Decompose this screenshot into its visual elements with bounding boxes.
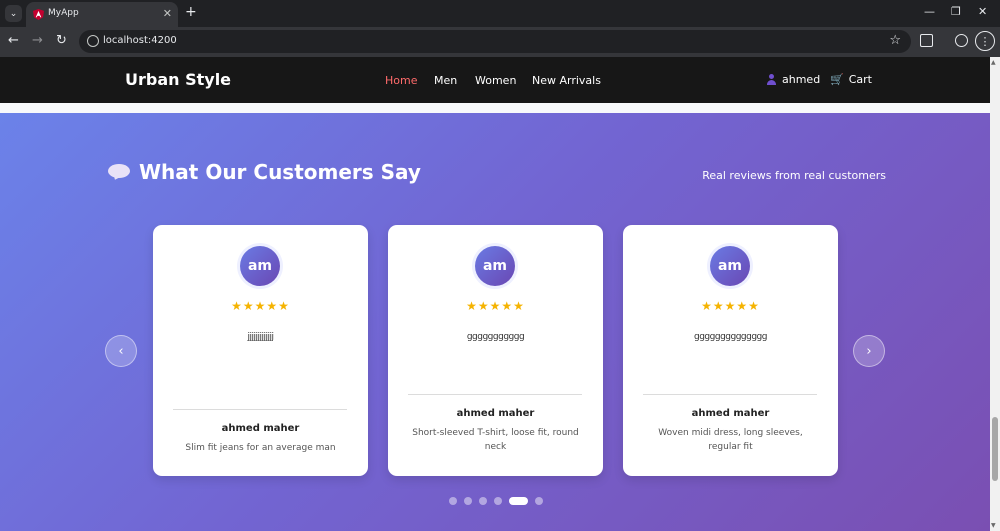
minimize-icon[interactable]: — <box>924 5 935 18</box>
avatar: am <box>710 246 750 286</box>
product-name: Woven midi dress, long sleeves, regular … <box>658 428 803 452</box>
extensions-icon[interactable] <box>920 34 933 47</box>
chevron-right-icon: › <box>866 343 872 359</box>
product-name: Short-sleeved T-shirt, loose fit, round … <box>412 428 579 452</box>
user-account-link[interactable]: ahmed <box>766 73 820 86</box>
scroll-down-icon[interactable]: ▼ <box>991 522 996 529</box>
brand-logo[interactable]: Urban Style <box>125 70 231 89</box>
star-rating: ★★★★★ <box>701 299 760 313</box>
carousel-dot[interactable] <box>479 497 487 505</box>
review-text: gggggggggggggg <box>694 332 767 342</box>
carousel-dot[interactable] <box>494 497 502 505</box>
browser-toolbar: ← → ↻ localhost:4200 ☆ ⋮ <box>0 27 1000 57</box>
maximize-icon[interactable]: ❐ <box>951 5 961 18</box>
section-heading: What Our Customers Say <box>108 160 421 184</box>
nav-link-home[interactable]: Home <box>385 74 417 87</box>
card-divider <box>408 394 582 395</box>
new-tab-icon[interactable]: + <box>185 4 197 20</box>
avatar: am <box>475 246 515 286</box>
reviewer-name: ahmed maher <box>456 408 535 419</box>
browser-menu-icon[interactable]: ⋮ <box>975 31 995 51</box>
speech-bubble-icon <box>108 164 130 180</box>
card-divider <box>643 394 817 395</box>
page-viewport: Urban Style Home Men Women New Arrivals … <box>0 57 990 531</box>
carousel-dot[interactable] <box>535 497 543 505</box>
user-icon <box>766 73 777 86</box>
scroll-up-icon[interactable]: ▲ <box>991 59 996 66</box>
reload-icon[interactable]: ↻ <box>56 33 67 48</box>
carousel-next-button[interactable]: › <box>853 335 885 367</box>
nav-link-men[interactable]: Men <box>434 74 457 87</box>
browser-tab-strip: ⌄ MyApp ✕ + — ❐ ✕ <box>0 0 1000 27</box>
url-text[interactable]: localhost:4200 <box>103 35 177 46</box>
review-text: ggggggggggg <box>466 332 525 342</box>
window-close-icon[interactable]: ✕ <box>978 5 987 18</box>
section-divider-band <box>0 103 990 113</box>
carousel-dot[interactable] <box>509 497 528 505</box>
cart-link[interactable]: 🛒 Cart <box>830 73 872 86</box>
user-name: ahmed <box>782 73 821 86</box>
carousel-dots <box>449 497 543 505</box>
forward-icon[interactable]: → <box>32 33 43 48</box>
bookmark-star-icon[interactable]: ☆ <box>889 33 901 48</box>
browser-tab[interactable]: MyApp ✕ <box>26 2 178 27</box>
carousel-prev-button[interactable]: ‹ <box>105 335 137 367</box>
avatar: am <box>240 246 280 286</box>
site-info-icon[interactable] <box>87 35 99 47</box>
review-text: jjjjjjjjjjjjj <box>247 332 274 342</box>
review-card: am ★★★★★ gggggggggggggg ahmed maher Wove… <box>623 225 838 476</box>
nav-link-women[interactable]: Women <box>475 74 516 87</box>
review-card: am ★★★★★ jjjjjjjjjjjjj ahmed maher Slim … <box>153 225 368 476</box>
cart-label: Cart <box>848 73 872 86</box>
reviewer-name: ahmed maher <box>691 408 770 419</box>
tab-close-icon[interactable]: ✕ <box>163 7 172 20</box>
page-scrollbar[interactable]: ▲ ▼ <box>990 57 1000 531</box>
reviewer-name: ahmed maher <box>221 423 300 434</box>
star-rating: ★★★★★ <box>231 299 290 313</box>
angular-logo-icon <box>33 9 44 20</box>
customer-reviews-section: What Our Customers Say Real reviews from… <box>0 113 990 531</box>
profile-icon[interactable] <box>955 34 968 47</box>
back-icon[interactable]: ← <box>8 33 19 48</box>
scrollbar-thumb[interactable] <box>992 417 998 481</box>
site-navbar: Urban Style Home Men Women New Arrivals … <box>0 57 990 103</box>
product-name: Slim fit jeans for an average man <box>185 443 336 453</box>
section-subtitle: Real reviews from real customers <box>702 169 886 182</box>
tab-title: MyApp <box>48 8 79 18</box>
address-bar[interactable]: localhost:4200 ☆ <box>79 30 911 53</box>
chevron-left-icon: ‹ <box>118 343 124 359</box>
tab-search-icon[interactable]: ⌄ <box>5 5 22 22</box>
cart-icon: 🛒 <box>830 73 844 86</box>
nav-link-new-arrivals[interactable]: New Arrivals <box>532 74 601 87</box>
star-rating: ★★★★★ <box>466 299 525 313</box>
card-divider <box>173 409 347 410</box>
carousel-dot[interactable] <box>464 497 472 505</box>
section-title: What Our Customers Say <box>139 160 421 184</box>
review-card: am ★★★★★ ggggggggggg ahmed maher Short-s… <box>388 225 603 476</box>
carousel-dot[interactable] <box>449 497 457 505</box>
